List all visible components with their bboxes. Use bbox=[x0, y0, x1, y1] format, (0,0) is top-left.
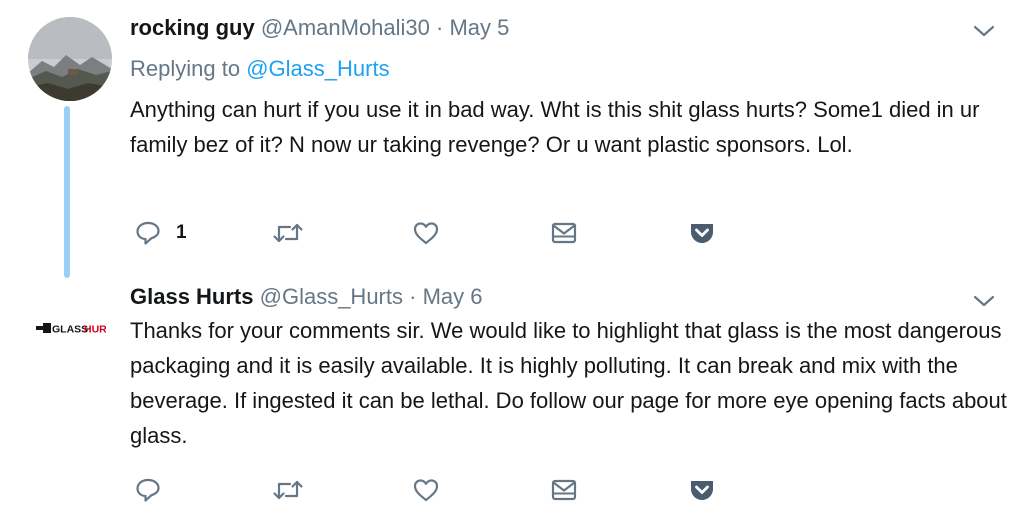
like-button[interactable] bbox=[412, 217, 440, 249]
pocket-save-button[interactable] bbox=[688, 217, 716, 249]
reply-count: 1 bbox=[176, 222, 187, 243]
chevron-down-icon[interactable] bbox=[972, 294, 996, 308]
reply-button[interactable]: 1 bbox=[134, 217, 187, 249]
display-name[interactable]: rocking guy bbox=[130, 15, 255, 40]
replying-to-mention[interactable]: @Glass_Hurts bbox=[246, 56, 389, 81]
replying-to-line: Replying to @Glass_Hurts bbox=[130, 55, 390, 83]
pocket-save-icon bbox=[691, 224, 713, 243]
direct-message-button[interactable] bbox=[550, 217, 578, 249]
replying-label: Replying to bbox=[130, 56, 241, 81]
tweet-text: Anything can hurt if you use it in bad w… bbox=[130, 97, 980, 157]
tweet-date[interactable]: May 5 bbox=[449, 15, 509, 40]
thread-line bbox=[64, 106, 70, 278]
pocket-save-button[interactable] bbox=[688, 474, 716, 506]
separator-dot: · bbox=[436, 15, 444, 40]
like-icon bbox=[413, 479, 439, 502]
reply-button[interactable] bbox=[134, 474, 162, 506]
reply-icon bbox=[136, 221, 160, 245]
tweet-text: Thanks for your comments sir. We would l… bbox=[130, 318, 1007, 448]
retweet-button[interactable] bbox=[272, 474, 304, 506]
reply-icon bbox=[136, 478, 160, 502]
tweet-date[interactable]: May 6 bbox=[423, 284, 483, 309]
retweet-button[interactable] bbox=[272, 217, 304, 249]
user-handle[interactable]: @Glass_Hurts bbox=[260, 284, 403, 309]
tweet-header: Glass Hurts @Glass_Hurts · May 6 bbox=[130, 283, 483, 311]
direct-message-button[interactable] bbox=[550, 474, 578, 506]
avatar[interactable]: GLASS HURTS bbox=[36, 320, 120, 336]
like-button[interactable] bbox=[412, 474, 440, 506]
direct-message-icon bbox=[551, 479, 577, 501]
chevron-down-icon[interactable] bbox=[972, 24, 996, 38]
direct-message-icon bbox=[551, 222, 577, 244]
logo-text: GLASS bbox=[52, 324, 88, 336]
like-icon bbox=[413, 222, 439, 245]
mountain-landscape-photo bbox=[28, 17, 112, 101]
user-handle[interactable]: @AmanMohali30 bbox=[261, 15, 430, 40]
display-name[interactable]: Glass Hurts bbox=[130, 284, 254, 309]
tweet-actions: 1 bbox=[130, 217, 730, 249]
separator-dot: · bbox=[409, 284, 417, 309]
tweet-actions bbox=[130, 474, 730, 506]
tweet-glass-hurts[interactable]: GLASS HURTS Glass Hurts @Glass_Hurts · M… bbox=[0, 284, 1024, 515]
logo-text-red: HURTS bbox=[84, 324, 106, 336]
glass-hurts-logo: GLASS HURTS bbox=[36, 323, 120, 336]
avatar[interactable] bbox=[28, 17, 112, 101]
pocket-save-icon bbox=[691, 481, 713, 500]
retweet-icon bbox=[273, 223, 303, 243]
tweet-rocking-guy[interactable]: rocking guy @AmanMohali30 · May 5 Replyi… bbox=[0, 0, 1024, 284]
retweet-icon bbox=[273, 480, 303, 500]
tweet-header: rocking guy @AmanMohali30 · May 5 bbox=[130, 14, 509, 42]
